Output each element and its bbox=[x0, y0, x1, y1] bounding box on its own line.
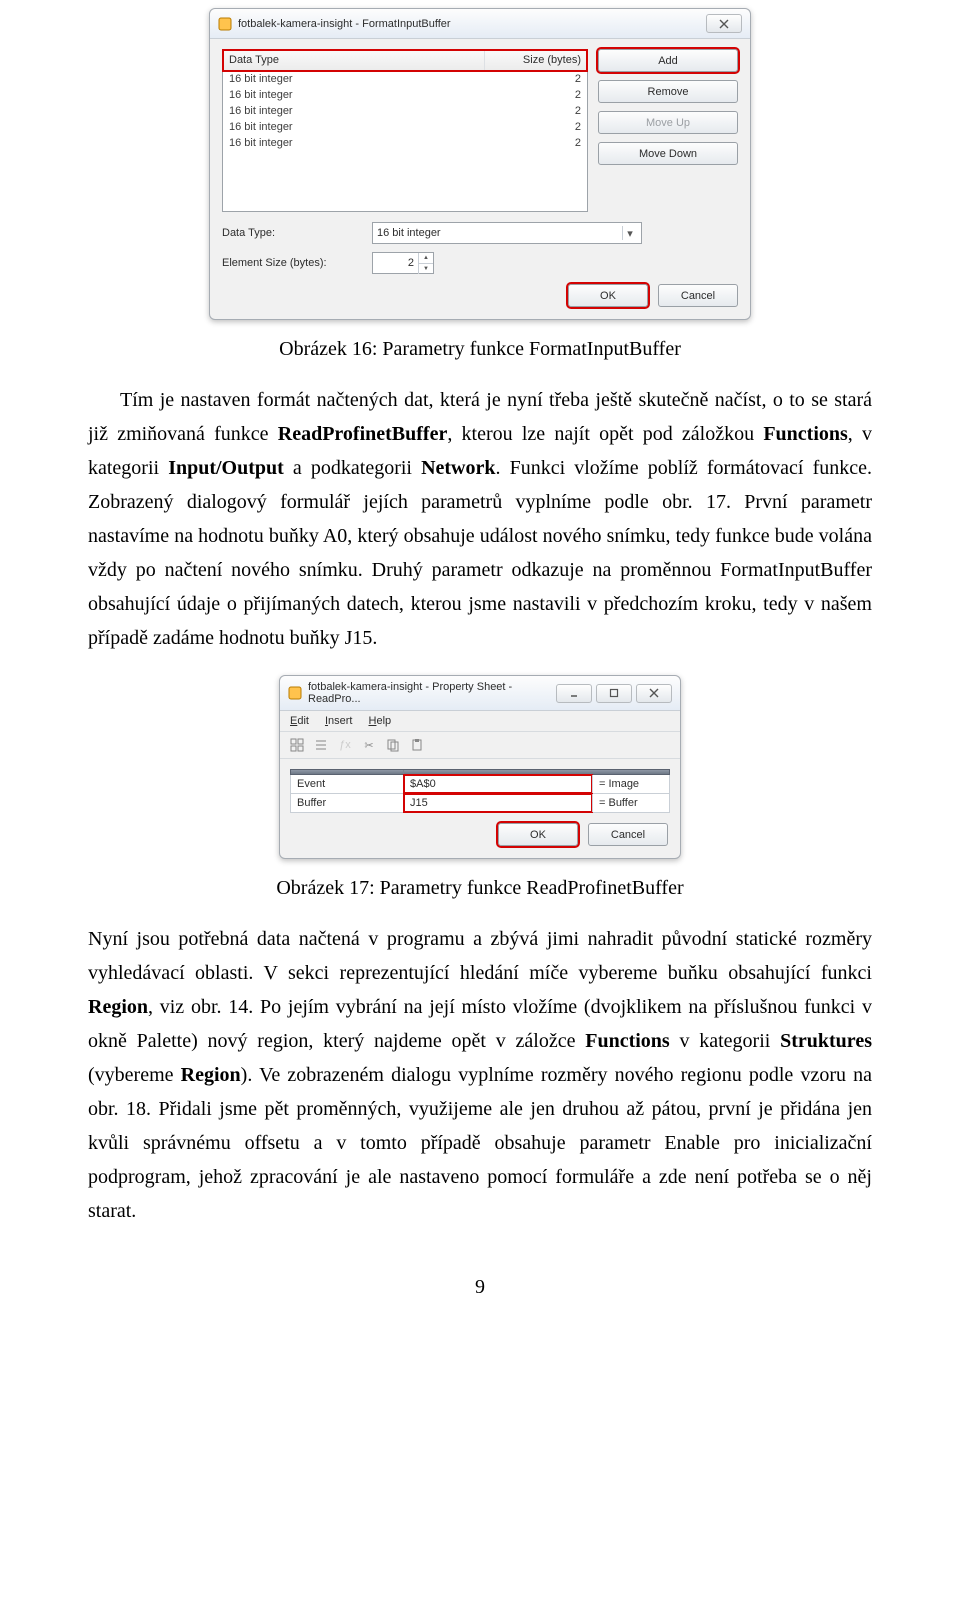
list-header: Data Type Size (bytes) bbox=[223, 50, 587, 71]
property-row: Event $A$0 = Image bbox=[290, 775, 670, 794]
menubar: Edit Insert Help bbox=[280, 711, 680, 732]
paste-icon[interactable] bbox=[408, 736, 426, 754]
app-icon bbox=[288, 686, 302, 700]
data-type-list[interactable]: Data Type Size (bytes) 16 bit integer2 1… bbox=[222, 49, 588, 212]
prop-value-input[interactable]: $A$0 bbox=[404, 775, 592, 793]
toolbar: ƒx ✂ bbox=[280, 732, 680, 759]
dialog-title: fotbalek-kamera-insight - FormatInputBuf… bbox=[238, 18, 700, 30]
menu-help[interactable]: Help bbox=[369, 715, 392, 727]
copy-icon[interactable] bbox=[384, 736, 402, 754]
close-button[interactable] bbox=[636, 684, 672, 703]
menu-insert[interactable]: Insert bbox=[325, 715, 353, 727]
cancel-button[interactable]: Cancel bbox=[658, 284, 738, 307]
datatype-label: Data Type: bbox=[222, 227, 372, 239]
prop-name: Event bbox=[291, 775, 404, 793]
ok-button[interactable]: OK bbox=[498, 823, 578, 846]
fx-icon: ƒx bbox=[336, 736, 354, 754]
list-item[interactable]: 16 bit integer2 bbox=[223, 135, 587, 151]
list-item[interactable]: 16 bit integer2 bbox=[223, 87, 587, 103]
prop-note: = Image bbox=[592, 775, 669, 793]
spinner-value: 2 bbox=[373, 257, 418, 269]
move-down-button[interactable]: Move Down bbox=[598, 142, 738, 165]
close-button[interactable] bbox=[706, 14, 742, 33]
cancel-button[interactable]: Cancel bbox=[588, 823, 668, 846]
app-icon bbox=[218, 17, 232, 31]
list-item[interactable]: 16 bit integer2 bbox=[223, 119, 587, 135]
add-button[interactable]: Add bbox=[598, 49, 738, 72]
cut-icon[interactable]: ✂ bbox=[360, 736, 378, 754]
grid-icon[interactable] bbox=[288, 736, 306, 754]
list-item[interactable]: 16 bit integer2 bbox=[223, 71, 587, 87]
remove-button[interactable]: Remove bbox=[598, 80, 738, 103]
format-input-buffer-dialog: fotbalek-kamera-insight - FormatInputBuf… bbox=[209, 8, 751, 320]
titlebar: fotbalek-kamera-insight - FormatInputBuf… bbox=[210, 9, 750, 39]
move-up-button[interactable]: Move Up bbox=[598, 111, 738, 134]
prop-value-input[interactable]: J15 bbox=[404, 794, 592, 812]
col-datatype: Data Type bbox=[223, 50, 485, 70]
menu-edit[interactable]: Edit bbox=[290, 715, 309, 727]
paragraph-1: Tím je nastaven formát načtených dat, kt… bbox=[88, 383, 872, 655]
dialog-title: fotbalek-kamera-insight - Property Sheet… bbox=[308, 681, 550, 705]
maximize-button[interactable] bbox=[596, 684, 632, 703]
prop-note: = Buffer bbox=[592, 794, 669, 812]
ok-button[interactable]: OK bbox=[568, 284, 648, 307]
chevron-down-icon: ▾ bbox=[622, 226, 637, 240]
prop-name: Buffer bbox=[291, 794, 404, 812]
property-sheet-dialog: fotbalek-kamera-insight - Property Sheet… bbox=[279, 675, 681, 859]
col-size: Size (bytes) bbox=[485, 50, 587, 70]
property-row: Buffer J15 = Buffer bbox=[290, 794, 670, 813]
figure-caption-16: Obrázek 16: Parametry funkce FormatInput… bbox=[88, 338, 872, 361]
spinner-down-icon[interactable]: ▼ bbox=[419, 263, 433, 274]
paragraph-2: Nyní jsou potřebná data načtená v progra… bbox=[88, 922, 872, 1228]
figure-caption-17: Obrázek 17: Parametry funkce ReadProfine… bbox=[88, 877, 872, 900]
minimize-button[interactable] bbox=[556, 684, 592, 703]
titlebar: fotbalek-kamera-insight - Property Sheet… bbox=[280, 676, 680, 711]
elemsize-label: Element Size (bytes): bbox=[222, 257, 372, 269]
list-icon[interactable] bbox=[312, 736, 330, 754]
datatype-combobox[interactable]: 16 bit integer ▾ bbox=[372, 222, 642, 244]
page-number: 9 bbox=[88, 1276, 872, 1299]
list-item[interactable]: 16 bit integer2 bbox=[223, 103, 587, 119]
combobox-value: 16 bit integer bbox=[377, 227, 441, 239]
element-size-spinner[interactable]: 2 ▲▼ bbox=[372, 252, 434, 274]
spinner-up-icon[interactable]: ▲ bbox=[419, 253, 433, 263]
